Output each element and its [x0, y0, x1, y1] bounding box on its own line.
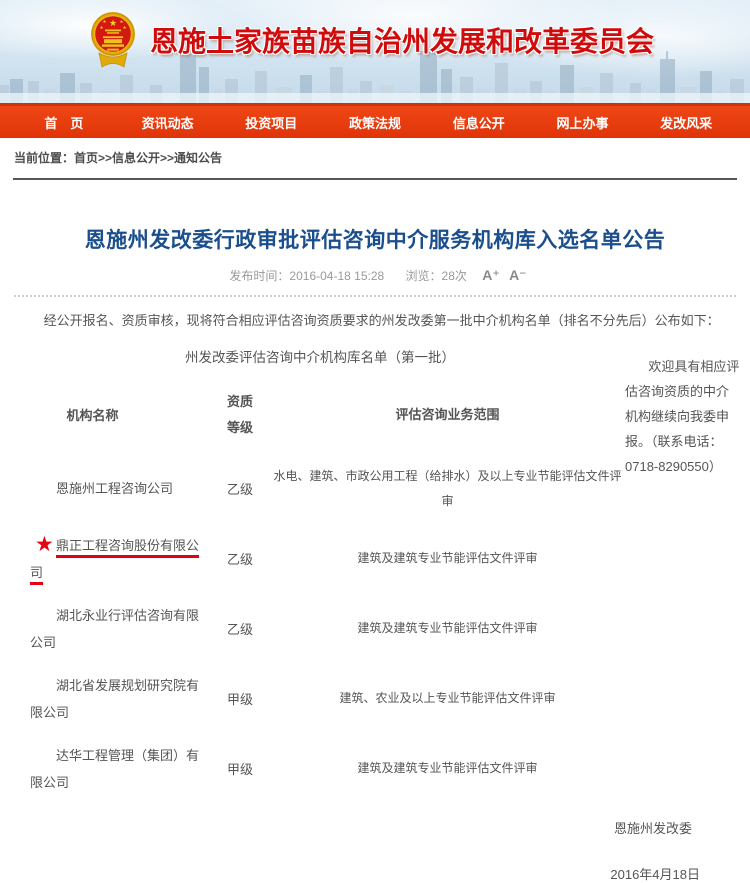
org-name-cell: 达华工程管理（集团）有限公司: [15, 742, 202, 796]
grade-cell: 乙级: [210, 619, 270, 638]
org-name-cell: ★鼎正工程咨询股份有限公司: [15, 532, 202, 586]
national-emblem-icon: ★ ★ ★ ★ ★: [90, 8, 136, 72]
table-header-row: 机构名称 资质等级 评估咨询业务范围: [15, 376, 625, 454]
table-row: ★鼎正工程咨询股份有限公司 乙级 建筑及建筑专业节能评估文件评审: [15, 524, 625, 594]
font-decrease-button[interactable]: A⁻: [509, 267, 527, 283]
breadcrumb: 当前位置：首页>>信息公开>>通知公告: [0, 138, 750, 173]
side-note: 欢迎具有相应评估咨询资质的中介机构继续向我委申报。（联系电话：0718-8290…: [625, 342, 740, 804]
grade-cell: 甲级: [210, 689, 270, 708]
column-header-org-name: 机构名称: [15, 405, 210, 424]
table-caption: 州发改委评估咨询中介机构库名单（第一批）: [15, 342, 625, 376]
divider: [13, 178, 737, 180]
org-name-cell: 湖北永业行评估咨询有限公司: [15, 602, 202, 656]
org-table: 州发改委评估咨询中介机构库名单（第一批） 机构名称 资质等级 评估咨询业务范围 …: [15, 342, 625, 804]
table-row: 湖北永业行评估咨询有限公司 乙级 建筑及建筑专业节能评估文件评审: [15, 594, 625, 664]
intro-paragraph: 经公开报名、资质审核，现将符合相应评估咨询资质要求的州发改委第一批中介机构名单（…: [15, 311, 735, 332]
nav-item-news[interactable]: 资讯动态: [116, 113, 220, 132]
star-icon: ★: [35, 534, 54, 555]
nav-item-policies[interactable]: 政策法规: [323, 113, 427, 132]
grade-cell: 乙级: [210, 479, 270, 498]
highlighted-org-name: 鼎正工程咨询股份有限公司: [30, 538, 199, 580]
font-increase-button[interactable]: A⁺: [482, 267, 500, 283]
scope-cell: 建筑及建筑专业节能评估文件评审: [270, 616, 625, 641]
page-title: 恩施州发改委行政审批评估咨询中介服务机构库入选名单公告: [10, 224, 740, 254]
scope-cell: 建筑及建筑专业节能评估文件评审: [270, 546, 625, 571]
breadcrumb-label: 当前位置：: [14, 151, 74, 165]
article-meta: 发布时间：2016-04-18 15:28 浏览：28次 A⁺ A⁻: [0, 267, 750, 284]
grade-cell: 甲级: [210, 759, 270, 778]
nav-item-home[interactable]: 首 页: [12, 113, 116, 132]
table-row: 湖北省发展规划研究院有限公司 甲级 建筑、农业及以上专业节能评估文件评审: [15, 664, 625, 734]
svg-text:★: ★: [102, 19, 106, 24]
breadcrumb-path[interactable]: 首页>>信息公开>>通知公告: [74, 151, 222, 165]
scope-cell: 建筑、农业及以上专业节能评估文件评审: [270, 686, 625, 711]
svg-text:★: ★: [119, 19, 123, 24]
article: 恩施州发改委行政审批评估咨询中介服务机构库入选名单公告 发布时间：2016-04…: [0, 224, 750, 883]
column-header-grade: 资质等级: [210, 389, 270, 441]
site-title: 恩施土家族苗族自治州发展和改革委员会: [150, 20, 654, 60]
column-header-scope: 评估咨询业务范围: [270, 402, 625, 427]
svg-text:★: ★: [122, 25, 126, 30]
nav-item-ndrc-showcase[interactable]: 发改风采: [634, 113, 738, 132]
grade-cell: 乙级: [210, 549, 270, 568]
svg-text:★: ★: [109, 18, 117, 28]
signature: 恩施州发改委: [0, 818, 750, 837]
scope-cell: 水电、建筑、市政公用工程（给排水）及以上专业节能评估文件评审: [270, 464, 625, 514]
document-date: 2016年4月18日: [0, 864, 750, 883]
nav-item-investment-projects[interactable]: 投资项目: [219, 113, 323, 132]
table-row: 达华工程管理（集团）有限公司 甲级 建筑及建筑专业节能评估文件评审: [15, 734, 625, 804]
document-body: 州发改委评估咨询中介机构库名单（第一批） 机构名称 资质等级 评估咨询业务范围 …: [15, 342, 750, 804]
main-nav: 首 页 资讯动态 投资项目 政策法规 信息公开 网上办事 发改风采: [0, 103, 750, 138]
nav-item-info-disclosure[interactable]: 信息公开: [427, 113, 531, 132]
nav-item-online-services[interactable]: 网上办事: [531, 113, 635, 132]
svg-text:★: ★: [99, 25, 103, 30]
org-name-cell: 恩施州工程咨询公司: [15, 475, 202, 502]
view-count: 浏览：28次: [406, 269, 467, 283]
site-header: ★ ★ ★ ★ ★ 恩施土家族苗族自治州发展和改革委员会: [0, 0, 750, 103]
table-row: 恩施州工程咨询公司 乙级 水电、建筑、市政公用工程（给排水）及以上专业节能评估文…: [15, 454, 625, 524]
publish-time: 发布时间：2016-04-18 15:28: [229, 269, 384, 283]
org-name-cell: 湖北省发展规划研究院有限公司: [15, 672, 202, 726]
dotted-divider: [14, 295, 736, 297]
scope-cell: 建筑及建筑专业节能评估文件评审: [270, 756, 625, 781]
